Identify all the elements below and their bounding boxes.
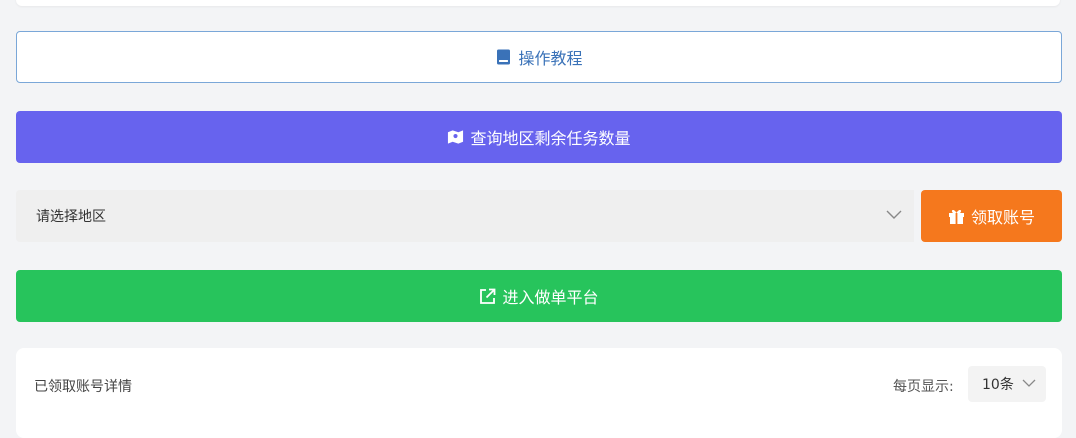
gift-icon bbox=[948, 208, 965, 225]
enter-platform-button[interactable]: 进入做单平台 bbox=[16, 270, 1062, 322]
claim-button-label: 领取账号 bbox=[970, 208, 1035, 227]
per-page-value: 10条 bbox=[982, 377, 1014, 393]
book-icon bbox=[495, 49, 512, 66]
per-page-label: 每页显示: bbox=[893, 379, 954, 395]
per-page-select[interactable]: 10条 bbox=[968, 366, 1046, 402]
query-button-label: 查询地区剩余任务数量 bbox=[470, 129, 631, 148]
chevron-down-icon bbox=[1022, 376, 1036, 392]
claimed-accounts-title: 已领取账号详情 bbox=[34, 379, 132, 395]
map-icon bbox=[447, 129, 464, 146]
chevron-down-icon bbox=[886, 208, 902, 224]
claimed-accounts-card: 已领取账号详情 每页显示: 10条 bbox=[16, 348, 1062, 438]
region-select[interactable]: 请选择地区 bbox=[16, 190, 914, 242]
region-select-value: 请选择地区 bbox=[36, 209, 106, 225]
tutorial-button[interactable]: 操作教程 bbox=[16, 31, 1062, 83]
tutorial-button-label: 操作教程 bbox=[518, 49, 583, 68]
external-link-icon bbox=[479, 288, 496, 305]
top-card bbox=[16, 0, 1060, 6]
query-region-tasks-button[interactable]: 查询地区剩余任务数量 bbox=[16, 111, 1062, 163]
claim-account-button[interactable]: 领取账号 bbox=[921, 190, 1062, 242]
enter-button-label: 进入做单平台 bbox=[502, 288, 599, 307]
